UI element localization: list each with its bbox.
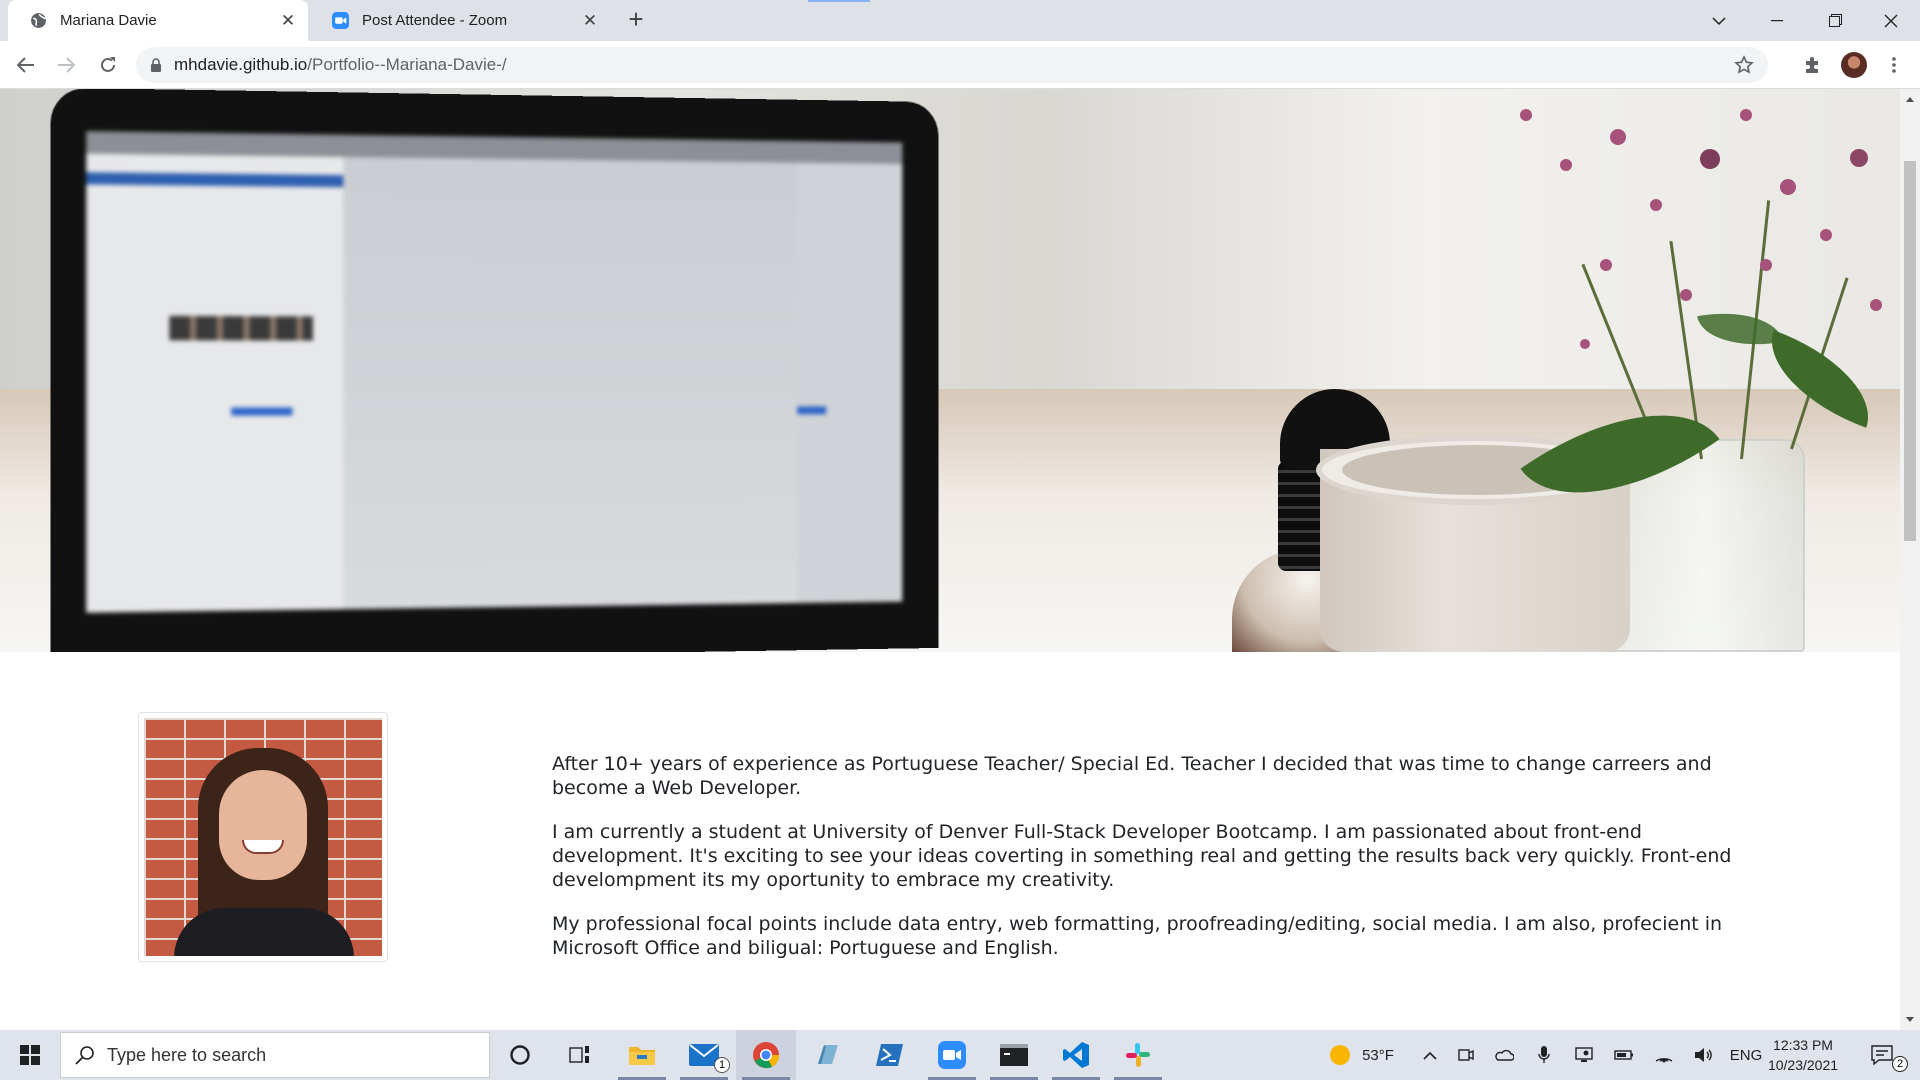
vscode-app[interactable] (1046, 1030, 1106, 1080)
tab-title: Mariana Davie (60, 12, 157, 29)
lock-icon[interactable] (150, 57, 162, 73)
scroll-thumb[interactable] (1904, 161, 1916, 541)
terminal-app[interactable] (984, 1030, 1044, 1080)
arrow-right-icon (58, 57, 75, 73)
notepad-app[interactable] (798, 1030, 858, 1080)
folder-icon (629, 1047, 655, 1065)
mail-unread-badge: 1 (714, 1057, 730, 1073)
new-tab-button[interactable]: + (622, 6, 650, 34)
globe-icon (31, 13, 46, 28)
close-window-icon[interactable] (1862, 0, 1920, 41)
zoom-icon (332, 12, 349, 29)
tab-mariana-davie[interactable]: Mariana Davie ✕ (8, 0, 308, 41)
microphone-icon[interactable] (1526, 1030, 1562, 1080)
bookmark-star-icon[interactable] (1734, 55, 1754, 75)
task-view-button[interactable] (550, 1030, 610, 1080)
wifi-icon[interactable] (1646, 1030, 1682, 1080)
page-scrollbar[interactable] (1900, 89, 1920, 1030)
weather-widget[interactable]: 53°F (1312, 1030, 1412, 1080)
tab-post-attendee-zoom[interactable]: Post Attendee - Zoom ✕ (310, 0, 610, 41)
onedrive-icon[interactable] (1486, 1030, 1522, 1080)
url-host: mhdavie.github.io (174, 55, 308, 74)
clock-time: 12:33 PM (1773, 1037, 1833, 1053)
chrome-icon (753, 1042, 780, 1069)
reload-button[interactable] (92, 49, 124, 81)
hero-laptop (50, 89, 939, 652)
slack-icon (1126, 1043, 1150, 1067)
chrome-app[interactable] (736, 1030, 796, 1080)
restore-icon[interactable] (1806, 0, 1864, 41)
cortana-button[interactable] (490, 1030, 550, 1080)
extensions-button[interactable] (1796, 49, 1828, 81)
profile-photo (144, 718, 382, 956)
browser-tab-strip: Mariana Davie ✕ Post Attendee - Zoom ✕ + (0, 0, 1920, 41)
powershell-app[interactable] (860, 1030, 920, 1080)
meet-now-icon[interactable] (1448, 1030, 1484, 1080)
forward-button[interactable] (50, 49, 82, 81)
battery-icon[interactable] (1606, 1030, 1642, 1080)
puzzle-icon (1806, 57, 1818, 73)
search-placeholder: Type here to search (107, 1044, 267, 1065)
bio-paragraph: I am currently a student at University o… (552, 821, 1732, 891)
zoom-app[interactable] (922, 1030, 982, 1080)
back-button[interactable] (10, 49, 42, 81)
zoom-icon (938, 1041, 966, 1069)
cortana-circle-icon (510, 1045, 530, 1065)
page-viewport: After 10+ years of experience as Portugu… (0, 89, 1900, 1030)
kebab-menu-icon (1892, 57, 1896, 73)
notification-icon (1871, 1045, 1893, 1065)
tab-search-chevron-icon[interactable] (1690, 0, 1748, 41)
task-view-icon (569, 1046, 589, 1063)
profile-button[interactable] (1838, 49, 1870, 81)
terminal-icon (1000, 1044, 1028, 1066)
profile-photo-frame (138, 712, 388, 962)
mail-app[interactable] (674, 1030, 734, 1080)
close-tab-icon[interactable]: ✕ (580, 11, 600, 31)
sun-icon (1330, 1045, 1351, 1065)
tab-title: Post Attendee - Zoom (362, 12, 508, 29)
reload-icon (101, 57, 115, 72)
powershell-icon (876, 1044, 903, 1066)
tab-strip-accent (808, 0, 870, 2)
display-settings-icon[interactable] (1566, 1030, 1602, 1080)
file-explorer-app[interactable] (612, 1030, 672, 1080)
notification-center-button[interactable] (1862, 1030, 1902, 1080)
browser-toolbar: mhdavie.github.io/Portfolio--Mariana-Dav… (0, 41, 1920, 89)
url-path: /Portfolio--Mariana-Davie-/ (307, 55, 507, 74)
notes-app-icon (818, 1045, 838, 1064)
weather-temp: 53°F (1362, 1046, 1394, 1064)
volume-icon[interactable] (1686, 1030, 1722, 1080)
minimize-icon[interactable] (1748, 0, 1806, 41)
bio-paragraph: After 10+ years of experience as Portugu… (552, 753, 1712, 799)
arrow-left-icon (17, 57, 34, 73)
avatar (1841, 52, 1867, 78)
show-hidden-icons-button[interactable] (1412, 1030, 1448, 1080)
start-button[interactable] (0, 1030, 60, 1080)
clock-date: 10/23/2021 (1767, 1057, 1839, 1073)
chrome-menu-button[interactable] (1878, 49, 1910, 81)
scroll-down-arrow-icon[interactable] (1906, 1017, 1914, 1022)
search-icon (75, 1046, 94, 1065)
vscode-icon (1063, 1042, 1089, 1068)
windows-logo-icon (20, 1045, 40, 1065)
bio-text: After 10+ years of experience as Portugu… (552, 752, 1752, 980)
taskbar-clock[interactable]: 12:33 PM 10/23/2021 (1758, 1035, 1848, 1075)
slack-app[interactable] (1108, 1030, 1168, 1080)
scroll-up-arrow-icon[interactable] (1906, 97, 1914, 102)
taskbar-search-box[interactable]: Type here to search (60, 1032, 490, 1078)
notification-count-badge: 2 (1892, 1056, 1908, 1072)
chevron-up-icon (1423, 1051, 1437, 1060)
hero-image (0, 89, 1900, 652)
close-tab-icon[interactable]: ✕ (278, 11, 298, 31)
address-bar[interactable]: mhdavie.github.io/Portfolio--Mariana-Dav… (136, 47, 1768, 83)
bio-paragraph: My professional focal points include dat… (552, 913, 1723, 959)
windows-taskbar: Type here to search 1 53°F ENG 12:33 PM … (0, 1030, 1920, 1080)
about-section: After 10+ years of experience as Portugu… (0, 652, 1900, 1030)
hero-laptop-screen (86, 131, 903, 613)
